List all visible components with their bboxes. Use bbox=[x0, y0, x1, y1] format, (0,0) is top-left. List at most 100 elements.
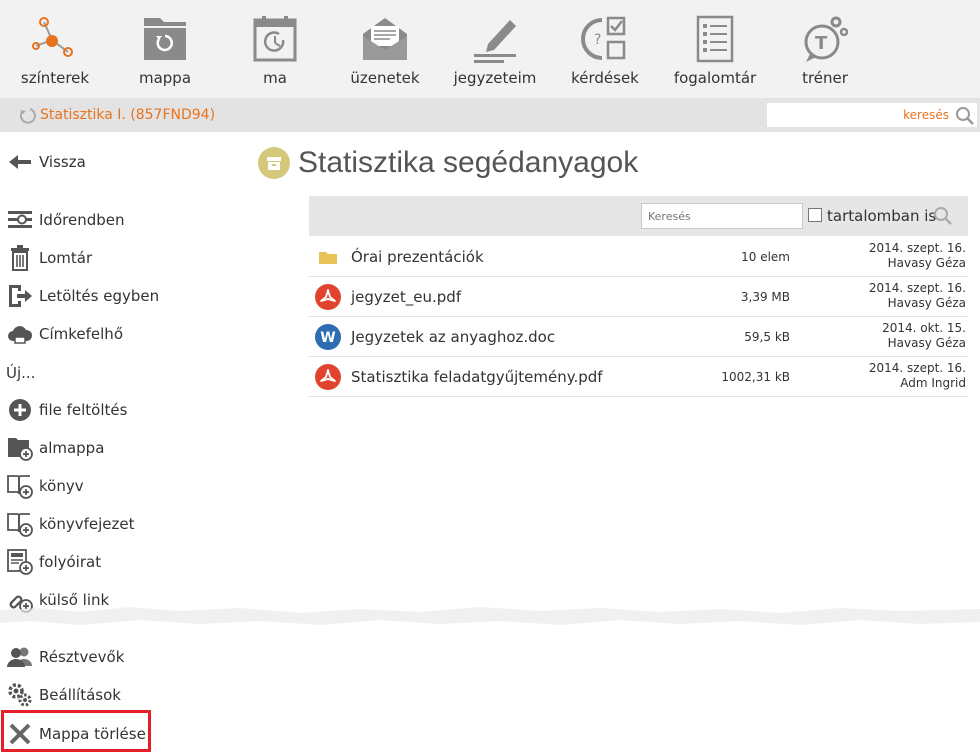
gears-icon bbox=[6, 681, 34, 709]
file-date: 2014. okt. 15. bbox=[882, 321, 966, 335]
file-user: Havasy Géza bbox=[887, 296, 966, 310]
torn-divider bbox=[0, 607, 980, 625]
trash-icon bbox=[6, 244, 34, 272]
sidebar-item-almappa[interactable]: almappa bbox=[6, 434, 104, 462]
folder-icon bbox=[319, 252, 337, 264]
sidebar-item-label: Résztvevők bbox=[39, 648, 125, 666]
nav-ma[interactable]: ma bbox=[220, 0, 330, 98]
file-name[interactable]: Órai prezentációk bbox=[351, 248, 484, 266]
pencil-icon bbox=[474, 20, 516, 63]
sidebar-item-folyoirat[interactable]: folyóirat bbox=[6, 548, 101, 576]
envelope-icon bbox=[363, 18, 407, 60]
sidebar-item-cimkefelho[interactable]: Címkefelhő bbox=[6, 320, 123, 348]
nav-label: üzenetek bbox=[350, 69, 420, 87]
journal-plus-icon bbox=[6, 548, 34, 576]
users-icon bbox=[6, 643, 34, 671]
svg-text:?: ? bbox=[594, 32, 601, 48]
sidebar-item-label: könyv bbox=[39, 477, 84, 495]
filter-input[interactable] bbox=[641, 203, 803, 229]
nav-kerdesek[interactable]: ? kérdések bbox=[550, 0, 660, 98]
archive-icon bbox=[258, 147, 290, 179]
nav-label: fogalomtár bbox=[673, 69, 757, 87]
sidebar-item-konyv[interactable]: könyv bbox=[6, 472, 84, 500]
glossary-icon bbox=[696, 15, 734, 63]
word-doc-icon: W bbox=[315, 324, 341, 350]
breadcrumb-label: Statisztika I. (857FND94) bbox=[40, 107, 216, 123]
file-date: 2014. szept. 16. bbox=[868, 281, 966, 295]
file-user: Havasy Géza bbox=[887, 336, 966, 350]
sidebar-item-label: Letöltés egyben bbox=[39, 287, 160, 305]
file-size: 3,39 MB bbox=[740, 290, 790, 304]
nav-jegyzeteim[interactable]: jegyzeteim bbox=[440, 0, 550, 98]
nav-label: jegyzeteim bbox=[453, 69, 537, 87]
nav-uzenetek[interactable]: üzenetek bbox=[330, 0, 440, 98]
file-name[interactable]: jegyzet_eu.pdf bbox=[351, 288, 461, 306]
nav-szinterek[interactable]: színterek bbox=[0, 0, 110, 98]
quiz-icon: ? bbox=[581, 16, 626, 60]
nav-label: mappa bbox=[138, 69, 192, 87]
nav-trener[interactable]: T tréner bbox=[770, 0, 880, 98]
download-icon bbox=[6, 282, 34, 310]
cloud-icon bbox=[6, 320, 34, 348]
table-row[interactable]: Statisztika feladatgyűjtemény.pdf 1002,3… bbox=[309, 357, 968, 397]
sidebar-item-letoltes[interactable]: Letöltés egyben bbox=[6, 282, 159, 310]
sidebar-item-konyvfejezet[interactable]: könyvfejezet bbox=[6, 510, 134, 538]
arrow-left-icon bbox=[6, 148, 34, 176]
svg-text:T: T bbox=[815, 33, 828, 54]
folder-plus-icon bbox=[6, 434, 34, 462]
sidebar-item-label: file feltöltés bbox=[39, 401, 128, 419]
sidebar-item-label: könyvfejezet bbox=[39, 515, 135, 533]
table-row[interactable]: jegyzet_eu.pdf 3,39 MB 2014. szept. 16. … bbox=[309, 277, 968, 317]
content-search-label: tartalomban is bbox=[827, 207, 937, 225]
file-name[interactable]: Statisztika feladatgyűjtemény.pdf bbox=[351, 368, 603, 386]
file-user: Adm Ingrid bbox=[900, 376, 966, 390]
file-date: 2014. szept. 16. bbox=[868, 361, 966, 375]
nav-label: ma bbox=[263, 69, 287, 87]
table-row[interactable]: Órai prezentációk 10 elem 2014. szept. 1… bbox=[309, 237, 968, 277]
file-toolbar: tartalomban is bbox=[309, 196, 968, 236]
folder-icon bbox=[144, 18, 186, 60]
highlight-box bbox=[1, 710, 151, 752]
page-header: Statisztika segédanyagok bbox=[258, 146, 638, 180]
file-name[interactable]: Jegyzetek az anyaghoz.doc bbox=[351, 328, 555, 346]
search-icon[interactable] bbox=[955, 106, 975, 126]
search-icon[interactable] bbox=[933, 206, 953, 226]
sidebar-item-lomtar[interactable]: Lomtár bbox=[6, 244, 92, 272]
pdf-icon bbox=[315, 284, 341, 310]
sidebar-item-file-upload[interactable]: file feltöltés bbox=[6, 396, 127, 424]
network-icon bbox=[32, 17, 73, 57]
table-row[interactable]: W Jegyzetek az anyaghoz.doc 59,5 kB 2014… bbox=[309, 317, 968, 357]
chapter-plus-icon bbox=[6, 510, 34, 538]
trainer-icon: T bbox=[804, 16, 849, 62]
sidebar-item-label: Címkefelhő bbox=[39, 325, 123, 343]
nav-label: tréner bbox=[802, 69, 848, 87]
book-plus-icon bbox=[6, 472, 34, 500]
file-size: 59,5 kB bbox=[744, 330, 790, 344]
sidebar-item-label: Lomtár bbox=[39, 249, 93, 267]
nav-label: színterek bbox=[20, 69, 90, 87]
nav-mappa[interactable]: mappa bbox=[110, 0, 220, 98]
nav-fogalomtar[interactable]: fogalomtár bbox=[660, 0, 770, 98]
back-label: Vissza bbox=[39, 153, 86, 171]
file-user: Havasy Géza bbox=[887, 256, 966, 270]
timeline-icon bbox=[6, 206, 34, 234]
calendar-icon bbox=[253, 16, 297, 62]
svg-text:W: W bbox=[320, 330, 335, 346]
sidebar-item-idorendben[interactable]: Időrendben bbox=[6, 206, 124, 234]
top-nav: színterek mappa ma üzenetek jegyzeteim ?… bbox=[0, 0, 980, 98]
sidebar-item-label: Beállítások bbox=[39, 686, 121, 704]
sidebar-item-label: Időrendben bbox=[39, 211, 125, 229]
nav-label: kérdések bbox=[571, 69, 639, 87]
sidebar-item-resztvevok[interactable]: Résztvevők bbox=[6, 643, 124, 671]
content-search-checkbox[interactable] bbox=[808, 208, 822, 222]
sidebar-item-beallitasok[interactable]: Beállítások bbox=[6, 681, 121, 709]
global-search-input[interactable] bbox=[767, 103, 953, 127]
back-link[interactable]: Vissza bbox=[6, 148, 86, 176]
breadcrumb[interactable]: Statisztika I. (857FND94) bbox=[18, 106, 215, 124]
pdf-icon bbox=[315, 364, 341, 390]
refresh-icon bbox=[19, 108, 36, 124]
file-size: 10 elem bbox=[741, 250, 790, 264]
file-size: 1002,31 kB bbox=[721, 370, 790, 384]
sidebar-item-label: almappa bbox=[39, 439, 105, 457]
new-heading: Új... bbox=[6, 364, 36, 382]
